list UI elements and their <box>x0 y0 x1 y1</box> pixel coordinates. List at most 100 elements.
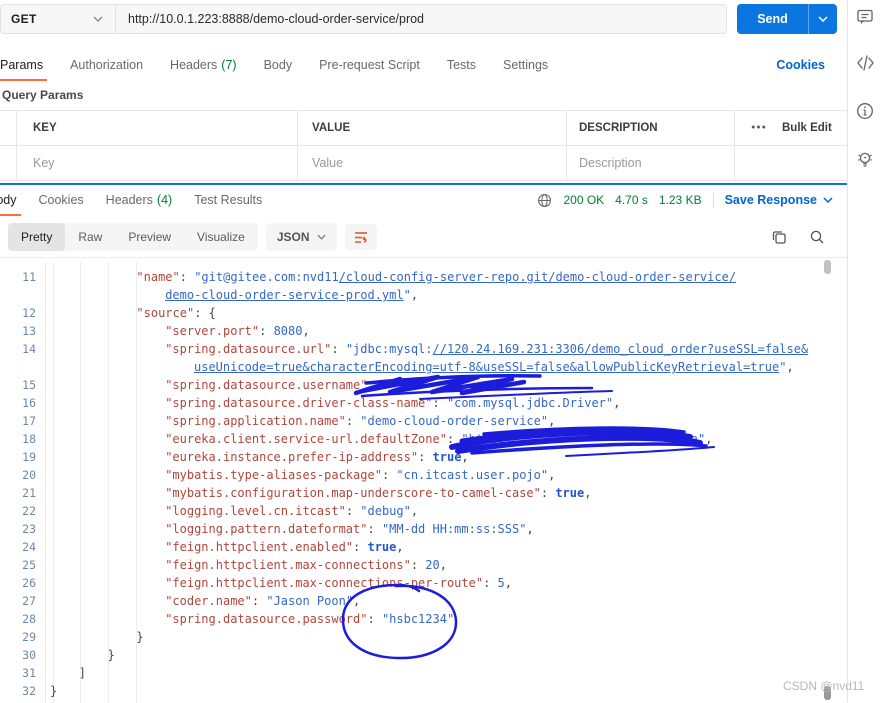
tab-pre-request-script[interactable]: Pre-request Script <box>319 50 420 80</box>
line-number: 22 <box>22 504 36 518</box>
line-number: 16 <box>22 396 36 410</box>
table-border <box>0 180 847 181</box>
response-time[interactable]: 4.70 s <box>615 193 648 207</box>
column-header-key: KEY <box>33 121 57 134</box>
code-line: 26 "feign.httpclient.max-connections-per-… <box>0 574 847 592</box>
chevron-down-icon <box>93 16 103 22</box>
code-line: 22 "logging.level.cn.itcast": "debug", <box>0 502 847 520</box>
line-number: 18 <box>22 432 36 446</box>
line-number: 28 <box>22 612 36 626</box>
table-border <box>0 145 847 146</box>
code-line: 25 "feign.httpclient.max-connections": 20… <box>0 556 847 574</box>
network-globe-icon[interactable] <box>537 193 552 208</box>
method-label: GET <box>11 12 37 26</box>
table-border <box>16 110 17 181</box>
line-number: 27 <box>22 594 36 608</box>
code-line: 31] <box>0 664 847 682</box>
tab-body[interactable]: Body <box>264 50 293 80</box>
send-button[interactable]: Send <box>737 4 837 34</box>
response-tab-cookies[interactable]: Cookies <box>39 185 84 215</box>
url-input[interactable]: http://10.0.1.223:8888/demo-cloud-order-… <box>116 5 726 33</box>
key-input[interactable]: Key <box>33 145 55 181</box>
code-line: 32} <box>0 682 847 700</box>
code-snippet-icon[interactable] <box>856 54 874 72</box>
code-line: 11 "name": "git@gitee.com:nvd11/cloud-con… <box>0 268 847 286</box>
response-meta: 200 OK 4.70 s 1.23 KB Save Response <box>537 186 833 214</box>
code-line: useUnicode=true&characterEncoding=utf-8&… <box>194 360 794 374</box>
line-number: 17 <box>22 414 36 428</box>
value-input[interactable]: Value <box>312 145 343 181</box>
code-line: 23 "logging.pattern.dateformat": "MM-dd H… <box>0 520 847 538</box>
code-line: demo-cloud-order-service-prod.yml", <box>165 288 419 302</box>
save-response-button[interactable]: Save Response <box>725 193 833 207</box>
line-number: 25 <box>22 558 36 572</box>
line-number: 24 <box>22 540 36 554</box>
send-button-label: Send <box>757 12 788 26</box>
more-options-icon[interactable]: ●●● <box>748 110 770 145</box>
wrap-lines-button[interactable] <box>344 224 377 250</box>
view-tab-raw[interactable]: Raw <box>65 223 115 251</box>
code-line: 16 "spring.datasource.driver-class-name":… <box>0 394 847 412</box>
response-tab-headers[interactable]: Headers (4) <box>106 185 173 215</box>
code-line: 24 "feign.httpclient.enabled": true, <box>0 538 847 556</box>
code-line: 21 "mybatis.configuration.map-underscore-… <box>0 484 847 502</box>
column-header-value: VALUE <box>312 121 351 134</box>
info-icon[interactable] <box>856 102 874 120</box>
line-number: 23 <box>22 522 36 536</box>
tab-headers[interactable]: Headers (7) <box>170 50 237 80</box>
view-tab-pretty[interactable]: Pretty <box>8 223 66 251</box>
code-line: 12 "source": { <box>0 304 847 322</box>
column-header-description: DESCRIPTION <box>579 121 658 134</box>
line-number: 14 <box>22 342 36 356</box>
line-number: 19 <box>22 450 36 464</box>
divider <box>712 192 714 208</box>
scrollbar-thumb[interactable] <box>824 260 831 274</box>
line-number: 11 <box>22 270 36 284</box>
format-select[interactable]: JSON <box>265 223 337 251</box>
cookies-link[interactable]: Cookies <box>776 50 825 80</box>
send-options-caret[interactable] <box>808 4 837 34</box>
line-number: 15 <box>22 378 36 392</box>
line-number: 12 <box>22 306 36 320</box>
line-number: 29 <box>22 630 36 644</box>
code-line: 13 "server.port": 8080, <box>0 322 847 340</box>
table-border <box>297 110 298 181</box>
view-tab-preview[interactable]: Preview <box>115 223 184 251</box>
response-body-json: 11 "name": "git@gitee.com:nvd11/cloud-con… <box>0 257 847 703</box>
response-tab-test-results[interactable]: Test Results <box>194 185 262 215</box>
code-line: 20 "mybatis.type-aliases-package": "cn.it… <box>0 466 847 484</box>
lightbulb-icon[interactable] <box>856 150 874 168</box>
status-badge[interactable]: 200 OK <box>563 193 604 207</box>
line-number: 31 <box>22 666 36 680</box>
tab-params[interactable]: Params <box>0 50 48 81</box>
code-line: 15 "spring.datasource.username": <box>0 376 847 394</box>
response-view-toolbar: Pretty Raw Preview Visualize JSON <box>8 221 377 253</box>
response-tabs: Body Cookies Headers(4) Test Results <box>0 185 262 216</box>
table-border <box>566 110 567 181</box>
tab-authorization[interactable]: Authorization <box>70 50 143 80</box>
response-size[interactable]: 1.23 KB <box>659 193 702 207</box>
tab-settings[interactable]: Settings <box>503 50 548 80</box>
line-number: 20 <box>22 468 36 482</box>
right-sidebar-rail <box>847 0 881 702</box>
view-mode-segment: Pretty Raw Preview Visualize <box>8 223 258 251</box>
method-select[interactable]: GET <box>1 5 116 33</box>
response-headers-count-badge: (4) <box>156 193 173 207</box>
comments-icon[interactable] <box>856 8 874 26</box>
tab-tests[interactable]: Tests <box>447 50 476 80</box>
headers-count-badge: (7) <box>221 58 237 72</box>
line-number: 21 <box>22 486 36 500</box>
view-tab-visualize[interactable]: Visualize <box>184 223 258 251</box>
query-params-title: Query Params <box>2 88 84 102</box>
response-tab-body[interactable]: Body <box>0 185 20 216</box>
code-line: 19 "eureka.instance.prefer-ip-address": t… <box>0 448 847 466</box>
bulk-edit-button[interactable]: Bulk Edit <box>782 110 832 145</box>
copy-response-icon[interactable] <box>771 224 787 250</box>
watermark: CSDN @nvd11 <box>783 679 865 693</box>
code-line: 14 "spring.datasource.url": "jdbc:mysql:/… <box>0 340 847 358</box>
description-input[interactable]: Description <box>579 145 642 181</box>
request-url-row: GET http://10.0.1.223:8888/demo-cloud-or… <box>0 4 847 36</box>
code-line: 28 "spring.datasource.password": "hsbc123… <box>0 610 847 628</box>
search-response-icon[interactable] <box>809 224 825 250</box>
code-line: 18 "eureka.client.service-url.defaultZone… <box>0 430 847 448</box>
